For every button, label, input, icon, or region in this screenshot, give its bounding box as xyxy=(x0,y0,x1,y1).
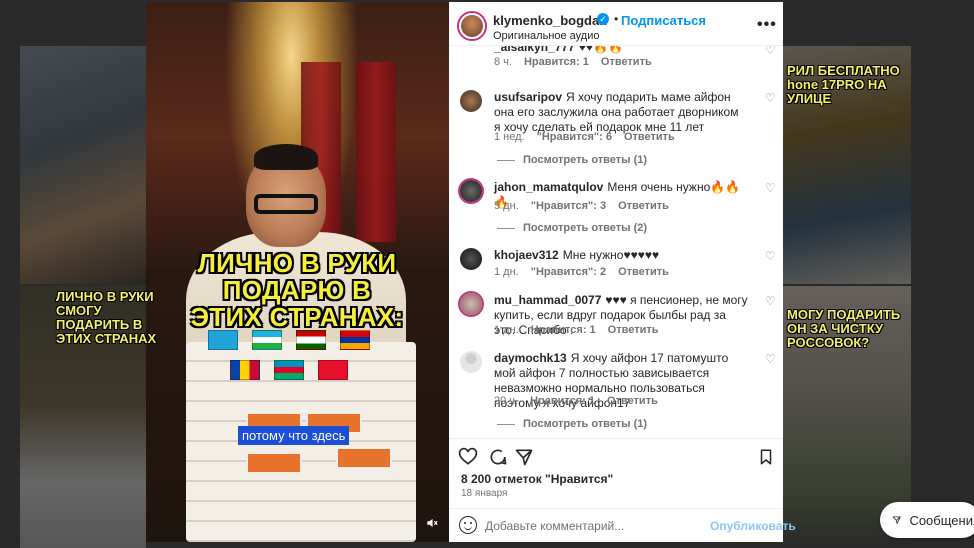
view-replies-button[interactable]: Посмотреть ответы (1) xyxy=(497,418,647,430)
comment-likes[interactable]: "Нравится": 2 xyxy=(531,266,606,278)
comment-reply-button[interactable]: Ответить xyxy=(607,395,658,407)
comment-likes[interactable]: "Нравится": 6 xyxy=(537,131,612,143)
comment-age: 8 ч. xyxy=(494,56,512,68)
flag-tajikistan xyxy=(296,330,326,350)
flag-armenia xyxy=(340,330,370,350)
flag-kazakhstan xyxy=(208,330,238,350)
emoji-icon[interactable] xyxy=(459,516,477,534)
commenter-avatar[interactable] xyxy=(460,180,482,202)
comment-username[interactable]: usufsaripov xyxy=(494,90,562,104)
author-username[interactable]: klymenko_bogdan xyxy=(493,13,607,28)
heart-icon[interactable]: ♡ xyxy=(765,295,777,307)
flag-kyrgyzstan xyxy=(318,360,348,380)
comment-age: 1 дн. xyxy=(494,266,519,278)
iphone-box xyxy=(336,447,392,469)
comment-icon[interactable] xyxy=(487,447,509,469)
commenter-avatar[interactable] xyxy=(460,248,482,270)
comment-reply-button[interactable]: Ответить xyxy=(601,56,652,68)
comments-list[interactable]: _aisaikyn_777 ♥♥🔥🔥 ♡ 8 ч. Нравится: 1 Отв… xyxy=(449,46,783,438)
comment-age: 5 дн. xyxy=(494,200,519,212)
comment-body: Мне нужно♥♥♥♥♥ xyxy=(562,248,660,262)
background-tile-left-top xyxy=(20,46,146,284)
comment-reply-button[interactable]: Ответить xyxy=(618,200,669,212)
comment-reply-button[interactable]: Ответить xyxy=(618,266,669,278)
country-flags xyxy=(208,330,388,390)
comment-body: ♥♥🔥🔥 xyxy=(578,46,623,54)
comment-reply-button[interactable]: Ответить xyxy=(608,324,659,336)
share-icon[interactable] xyxy=(513,447,535,469)
comment-text: usufsaripov Я хочу подарить маме айфон он… xyxy=(494,90,748,135)
video-title: ЛИЧНО В РУКИ ПОДАРЮ В ЭТИХ СТРАНАХ: xyxy=(190,248,404,332)
comment-text: khojaev312 Мне нужно♥♥♥♥♥ xyxy=(494,248,748,263)
post-header: klymenko_bogdan ✓ • Подписаться Оригинал… xyxy=(449,2,783,46)
commenter-avatar[interactable] xyxy=(460,90,482,112)
post-date: 18 января xyxy=(461,488,508,499)
publish-button[interactable]: Опубликовать xyxy=(710,519,796,533)
messages-button[interactable]: Сообщения xyxy=(880,502,974,538)
comment-meta: 8 ч. Нравится: 1 Ответить xyxy=(494,56,652,68)
comment-age: 20 ч. xyxy=(494,395,519,407)
comment-username[interactable]: daymochk13 xyxy=(494,351,567,365)
flag-moldova xyxy=(230,360,260,380)
heart-icon[interactable]: ♡ xyxy=(765,46,777,56)
comment-username[interactable]: mu_hammad_0077 xyxy=(494,293,601,307)
comment-meta: 20 ч. Нравится: 1 Ответить xyxy=(494,395,658,407)
comment-likes[interactable]: "Нравится": 3 xyxy=(531,200,606,212)
view-replies-button[interactable]: Посмотреть ответы (1) xyxy=(497,154,647,166)
video-person-hair xyxy=(254,144,318,170)
paper-plane-icon xyxy=(892,516,901,524)
video-curtain xyxy=(356,62,396,242)
view-replies-label: Посмотреть ответы (2) xyxy=(523,222,648,234)
commenter-avatar[interactable] xyxy=(460,351,482,373)
flag-uzbekistan xyxy=(252,330,282,350)
heart-icon[interactable] xyxy=(457,447,479,469)
video-person-glasses xyxy=(254,194,318,214)
replies-divider xyxy=(497,159,515,161)
comment-likes[interactable]: Нравится: 1 xyxy=(531,324,596,336)
comment-username[interactable]: khojaev312 xyxy=(494,248,559,262)
commenter-avatar[interactable] xyxy=(460,293,482,315)
heart-icon[interactable]: ♡ xyxy=(765,353,777,365)
comment-username[interactable]: jahon_mamatqulov xyxy=(494,180,603,194)
comment-meta: 1 дн. Нравится: 1 Ответить xyxy=(494,324,659,336)
view-replies-label: Посмотреть ответы (1) xyxy=(523,154,648,166)
comment-likes[interactable]: Нравится: 1 xyxy=(524,56,589,68)
likes-count[interactable]: 8 200 отметок "Нравится" xyxy=(461,472,613,486)
heart-icon[interactable]: ♡ xyxy=(765,250,777,262)
comment-composer: Опубликовать xyxy=(449,508,796,542)
comment-username[interactable]: _aisaikyn_777 xyxy=(494,46,575,54)
mute-icon[interactable] xyxy=(422,516,442,534)
flag-azerbaijan xyxy=(274,360,304,380)
background-caption-right-top: РИЛ БЕСПЛАТНО hone 17PRO НА УЛИЦЕ xyxy=(787,63,900,106)
iphone-box xyxy=(246,452,302,474)
view-replies-button[interactable]: Посмотреть ответы (2) xyxy=(497,222,647,234)
comment-text: _aisaikyn_777 ♥♥🔥🔥 xyxy=(494,46,748,55)
view-replies-label: Посмотреть ответы (1) xyxy=(523,418,648,430)
audio-label[interactable]: Оригинальное аудио xyxy=(493,30,600,42)
replies-divider xyxy=(497,227,515,229)
video-player[interactable]: ЛИЧНО В РУКИ ПОДАРЮ В ЭТИХ СТРАНАХ: пото… xyxy=(146,2,449,542)
comment-meta: 5 дн. "Нравится": 3 Ответить xyxy=(494,200,669,212)
bookmark-icon[interactable] xyxy=(755,447,777,469)
comment-likes[interactable]: Нравится: 1 xyxy=(530,395,595,407)
background-caption-left: ЛИЧНО В РУКИ СМОГУ ПОДАРИТЬ В ЭТИХ СТРАН… xyxy=(56,289,157,346)
comment-age: 1 нед. xyxy=(494,131,525,143)
comment-meta: 1 нед. "Нравится": 6 Ответить xyxy=(494,131,675,143)
comment-age: 1 дн. xyxy=(494,324,519,336)
more-options-icon[interactable]: ••• xyxy=(757,16,777,34)
author-avatar[interactable] xyxy=(459,13,485,39)
heart-icon[interactable]: ♡ xyxy=(765,92,777,104)
background-caption-right-bottom: МОГУ ПОДАРИТЬ ОН ЗА ЧИСТКУ РОССОВОК? xyxy=(787,307,901,350)
replies-divider xyxy=(497,423,515,425)
comment-meta: 1 дн. "Нравится": 2 Ответить xyxy=(494,266,669,278)
comment-reply-button[interactable]: Ответить xyxy=(624,131,675,143)
messages-label: Сообщения xyxy=(909,512,974,528)
comment-input[interactable] xyxy=(485,517,695,535)
heart-icon[interactable]: ♡ xyxy=(765,182,777,194)
header-separator: • xyxy=(614,12,619,26)
video-subtitle: потому что здесь xyxy=(238,426,350,445)
post-panel: klymenko_bogdan ✓ • Подписаться Оригинал… xyxy=(449,2,796,542)
verified-icon: ✓ xyxy=(597,13,609,25)
follow-button[interactable]: Подписаться xyxy=(621,13,706,28)
